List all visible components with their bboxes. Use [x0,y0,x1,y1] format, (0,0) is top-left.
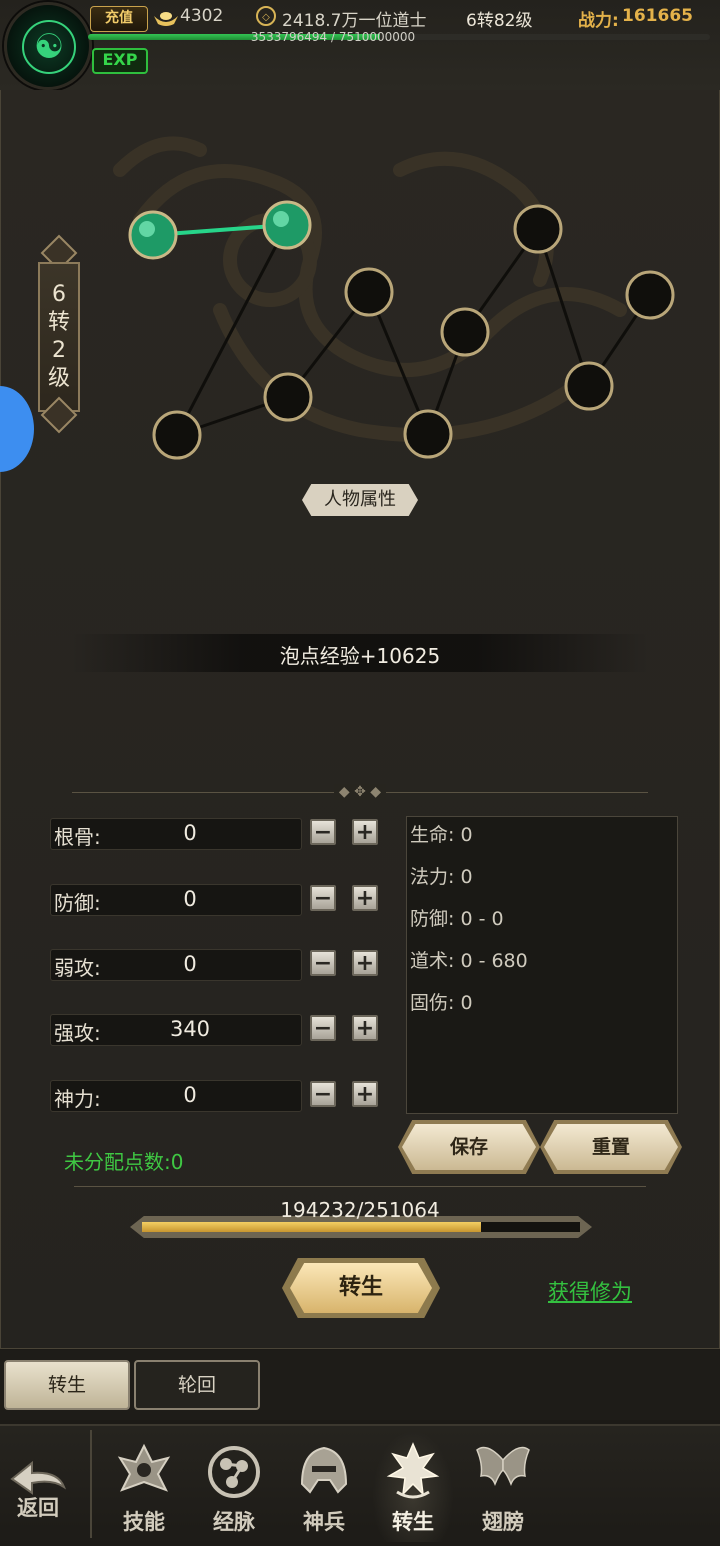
stat-label: 根骨: [54,825,101,849]
stat-value: 0 [183,952,197,976]
rebirth-progress-bar [142,1222,580,1232]
nav-divine-weapon[interactable]: 神兵 [284,1440,364,1540]
nav-skills[interactable]: 技能 [104,1440,184,1540]
get-cultivation-link[interactable]: 获得修为 [548,1276,632,1306]
stat-label: 强攻: [54,1021,101,1045]
decrease-button[interactable]: − [310,950,336,976]
unassigned-points: 未分配点数:0 [64,1150,184,1174]
meridian-node[interactable] [625,270,675,320]
tab-reincarnation[interactable]: 轮回 [134,1360,260,1410]
meridian-node[interactable] [513,204,563,254]
decrease-button[interactable]: − [310,819,336,845]
decrease-button[interactable]: − [310,1081,336,1107]
meridian-node[interactable] [403,409,453,459]
stat-value: 0 [183,887,197,911]
divider [74,1186,646,1187]
back-label: 返回 [17,1496,59,1520]
nav-wings-label: 翅膀 [482,1510,524,1534]
meridians-icon [208,1446,260,1498]
rebirth-button[interactable]: 转生 [290,1263,432,1313]
helmet-icon [300,1446,348,1494]
meridian-node-lit[interactable] [262,200,312,250]
stat-label: 神力: [54,1087,101,1111]
idle-exp-text: 泡点经验+10625 [279,644,441,668]
meridian-node[interactable] [344,267,394,317]
skills-icon [117,1443,171,1492]
level-char: 2 [52,338,66,363]
stat-label: 弱攻: [54,956,101,980]
increase-button[interactable]: + [352,1015,378,1041]
meridian-node[interactable] [564,361,614,411]
decrease-button[interactable]: − [310,885,336,911]
character-attributes-tab[interactable]: 人物属性 [302,484,418,516]
increase-button[interactable]: + [352,885,378,911]
rebirth-progress-text: 194232/251064 [280,1198,440,1222]
nav-wings[interactable]: 翅膀 [463,1440,543,1540]
nav-meridians[interactable]: 经脉 [194,1440,274,1540]
stat-value: 0 [183,821,197,845]
divider-ornament-icon: ◆ ✥ ◆ [334,784,386,800]
meridian-node-lit[interactable] [128,210,178,260]
increase-button[interactable]: + [352,950,378,976]
meridian-node[interactable] [152,410,202,460]
save-button[interactable]: 保存 [402,1124,536,1170]
stat-label: 防御: [54,891,101,915]
decrease-button[interactable]: − [310,1015,336,1041]
nav-separator [90,1430,92,1538]
level-char: 转 [47,310,70,335]
level-char: 级 [47,366,70,391]
nav-skills-label: 技能 [123,1510,165,1534]
increase-button[interactable]: + [352,1081,378,1107]
wings-icon [476,1446,530,1487]
result-taoism: 道术: 0 - 680 [410,950,528,972]
increase-button[interactable]: + [352,819,378,845]
meridian-node[interactable] [440,307,490,357]
rebirth-level-text: 6 转 2 级 [38,262,80,412]
result-hp: 生命: 0 [410,824,473,846]
nav-rebirth-label: 转生 [392,1510,434,1534]
back-button[interactable]: 返回 [4,1440,84,1540]
nav-meridians-label: 经脉 [213,1510,255,1534]
result-mp: 法力: 0 [410,866,473,888]
nav-rebirth[interactable]: 转生 [373,1440,453,1540]
tab-rebirth[interactable]: 转生 [4,1360,130,1410]
stat-value: 0 [183,1083,197,1107]
meridian-constellation [128,200,675,460]
nav-divine-weapon-label: 神兵 [303,1510,345,1534]
result-fixed-damage: 固伤: 0 [410,992,473,1014]
rebirth-progress-fill [142,1222,481,1232]
meridian-nodes [128,200,675,460]
reset-button[interactable]: 重置 [544,1124,678,1170]
rebirth-icon [386,1442,440,1499]
stat-value: 340 [169,1017,211,1041]
meridian-node[interactable] [263,372,313,422]
level-char: 6 [52,282,66,307]
result-defense: 防御: 0 - 0 [410,908,504,930]
